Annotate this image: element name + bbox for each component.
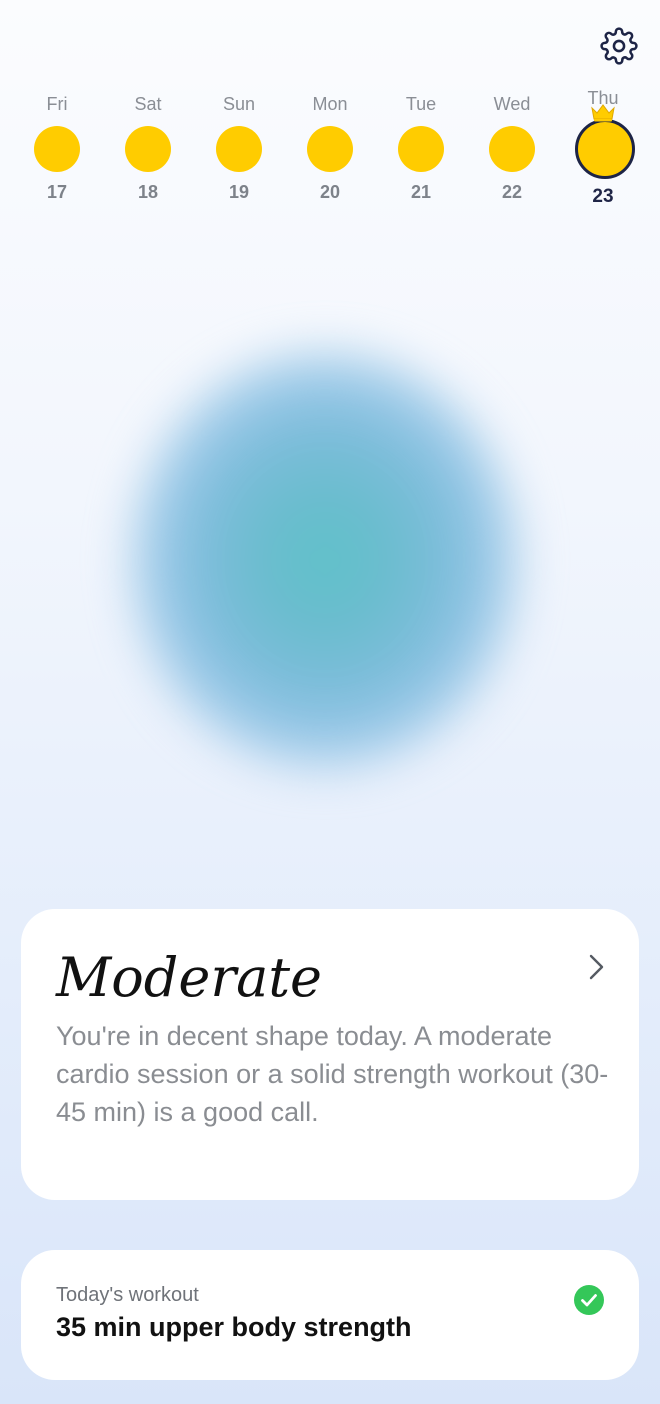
checkmark-icon bbox=[574, 1285, 604, 1315]
workout-value: 35 min upper body strength bbox=[56, 1312, 412, 1342]
day-indicator bbox=[125, 126, 171, 172]
day-wed[interactable]: Wed 22 bbox=[472, 88, 552, 218]
readiness-orb bbox=[130, 350, 520, 770]
day-name: Sat bbox=[134, 94, 162, 114]
readiness-title: Moderate bbox=[56, 946, 322, 1009]
day-name: Mon bbox=[312, 94, 348, 114]
crown-icon bbox=[591, 104, 615, 122]
day-indicator bbox=[34, 126, 80, 172]
readiness-card[interactable]: Moderate You're in decent shape today. A… bbox=[21, 909, 639, 1200]
gear-icon bbox=[600, 27, 638, 65]
day-name: Sun bbox=[222, 94, 256, 114]
readiness-description: You're in decent shape today. A moderate… bbox=[56, 1021, 609, 1127]
day-sat[interactable]: Sat 18 bbox=[108, 88, 188, 218]
day-indicator-selected bbox=[575, 119, 635, 179]
day-name: Fri bbox=[46, 94, 68, 114]
settings-button[interactable] bbox=[599, 26, 639, 66]
day-number: 19 bbox=[228, 182, 250, 202]
day-indicator bbox=[489, 126, 535, 172]
day-name: Tue bbox=[405, 94, 437, 114]
chevron-right-icon bbox=[589, 954, 604, 980]
workout-card[interactable]: Today's workout 35 min upper body streng… bbox=[21, 1250, 639, 1380]
day-sun[interactable]: Sun 19 bbox=[199, 88, 279, 218]
day-number: 22 bbox=[501, 182, 523, 202]
day-thu-selected[interactable]: Thu 23 bbox=[563, 88, 643, 218]
day-mon[interactable]: Mon 20 bbox=[290, 88, 370, 218]
day-number: 21 bbox=[410, 182, 432, 202]
day-tue[interactable]: Tue 21 bbox=[381, 88, 461, 218]
workout-label: Today's workout bbox=[56, 1284, 199, 1306]
day-number: 17 bbox=[46, 182, 68, 202]
day-fri[interactable]: Fri 17 bbox=[17, 88, 97, 218]
day-indicator bbox=[307, 126, 353, 172]
day-name: Wed bbox=[493, 94, 531, 114]
day-number: 18 bbox=[137, 182, 159, 202]
day-number: 20 bbox=[319, 182, 341, 202]
week-strip: Fri 17 Sat 18 Sun 19 Mon 20 Tue 21 Wed 2… bbox=[0, 88, 660, 218]
day-indicator bbox=[216, 126, 262, 172]
day-indicator bbox=[398, 126, 444, 172]
day-number: 23 bbox=[592, 186, 614, 207]
